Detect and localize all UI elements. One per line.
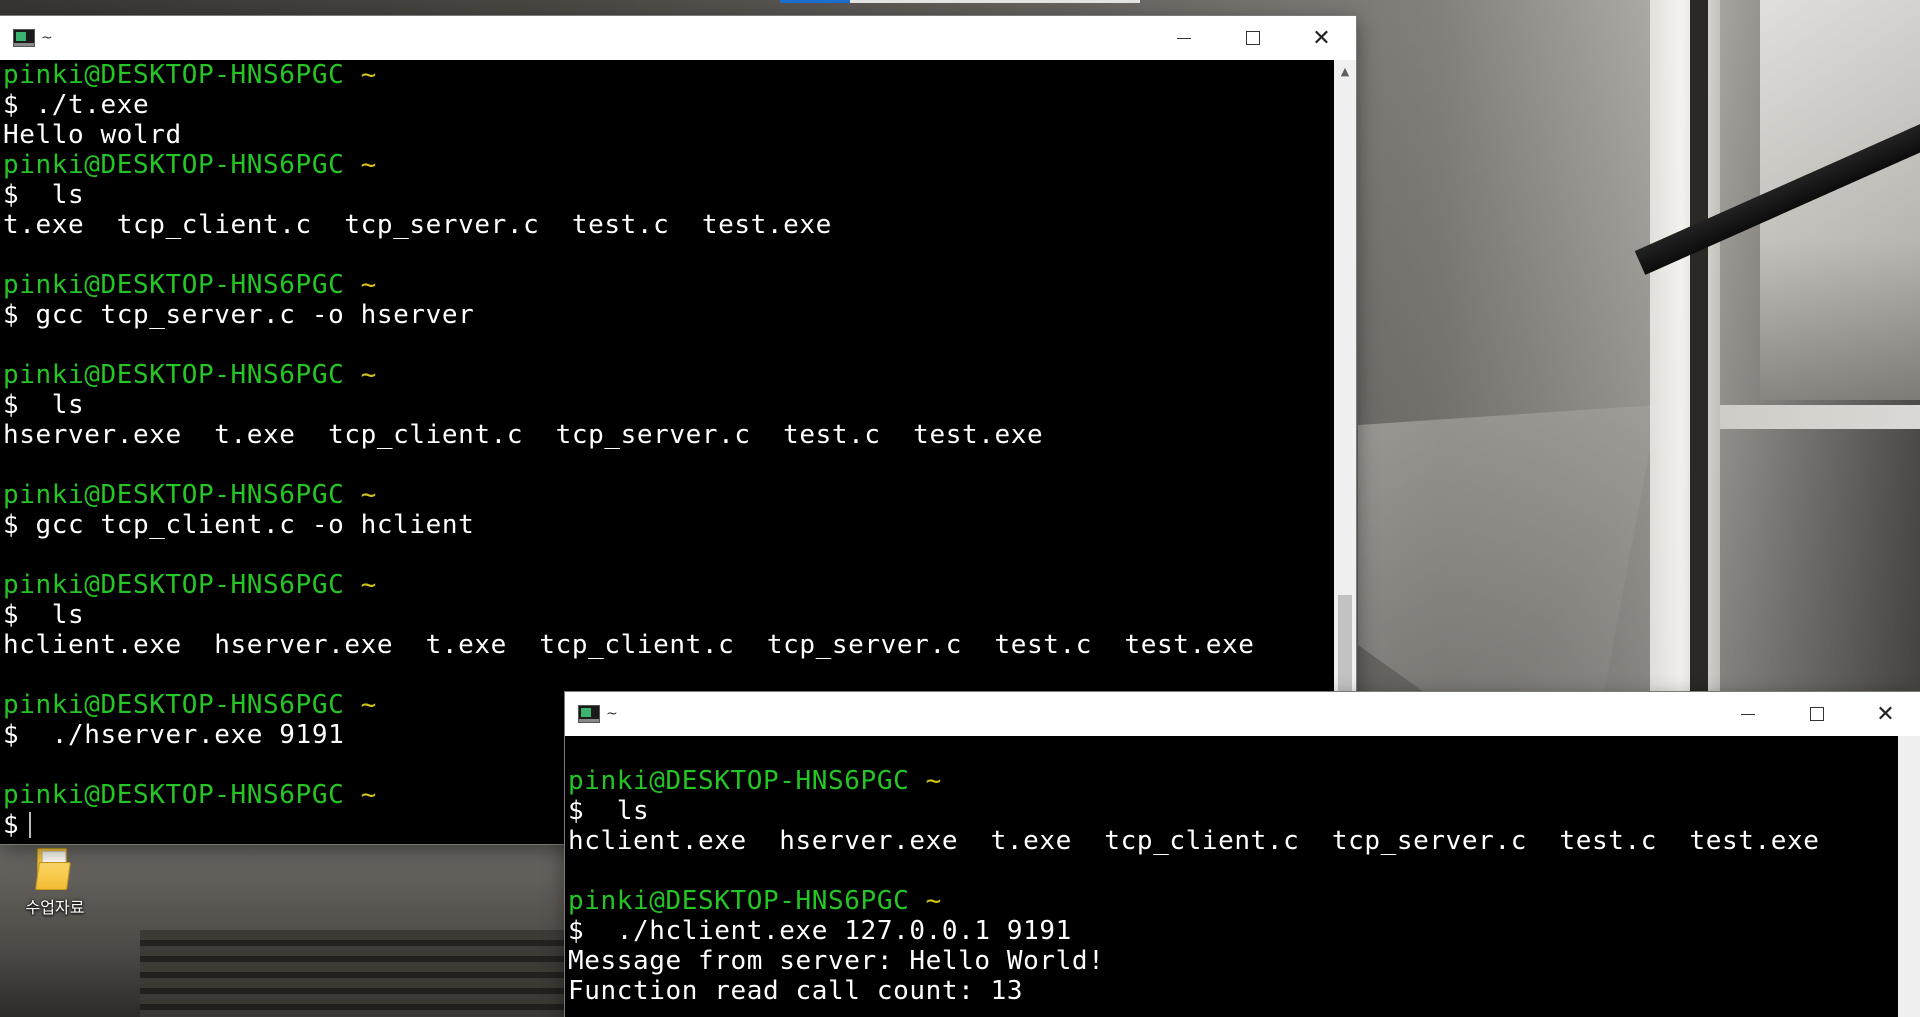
- prompt-line: pinki@DESKTOP-HNS6PGC ~: [3, 270, 1334, 300]
- output-text: hserver.exe t.exe tcp_client.c tcp_serve…: [3, 420, 1044, 450]
- maximize-icon: [1245, 31, 1260, 45]
- minimize-button[interactable]: [1149, 16, 1218, 60]
- prompt-path: ~: [360, 150, 377, 180]
- wallpaper-stairs: [140, 930, 565, 1017]
- folder-icon: [33, 848, 77, 890]
- prompt-line: pinki@DESKTOP-HNS6PGC ~: [568, 886, 1898, 916]
- text-cursor[interactable]: [29, 812, 32, 838]
- maximize-icon: [1809, 707, 1824, 721]
- command-text: $ ./hserver.exe 9191: [3, 720, 345, 750]
- command-line: $ ./t.exe: [3, 90, 1334, 120]
- command-line: $ ls: [3, 180, 1334, 210]
- command-text: $ ls: [3, 600, 85, 630]
- prompt-user-host: pinki@DESKTOP-HNS6PGC: [3, 270, 345, 300]
- command-text: $ gcc tcp_client.c -o hclient: [3, 510, 475, 540]
- command-text: $ ls: [3, 390, 85, 420]
- taskbar-progress-accent: [780, 0, 850, 3]
- prompt-path: ~: [360, 690, 377, 720]
- desktop-icon-folder[interactable]: 수업자료: [12, 848, 98, 918]
- command-line: $ ls: [568, 796, 1898, 826]
- output-text: Message from server: Hello World!: [568, 946, 1105, 976]
- prompt-user-host: pinki@DESKTOP-HNS6PGC: [568, 886, 910, 916]
- output-line: t.exe tcp_client.c tcp_server.c test.c t…: [3, 210, 1334, 240]
- command-text: $ gcc tcp_server.c -o hserver: [3, 300, 475, 330]
- terminal-app-icon[interactable]: [578, 705, 600, 723]
- window-titlebar[interactable]: ~ ✕: [565, 692, 1920, 736]
- window-title: ~: [606, 706, 618, 722]
- output-line: Message from server: Hello World!: [568, 946, 1898, 976]
- command-text: $ ls: [3, 180, 85, 210]
- prompt-user-host: pinki@DESKTOP-HNS6PGC: [3, 690, 345, 720]
- prompt-line: pinki@DESKTOP-HNS6PGC ~: [3, 480, 1334, 510]
- scroll-up-arrow-icon[interactable]: ▲: [1334, 60, 1356, 82]
- output-line: Function read call count: 13: [568, 976, 1898, 1006]
- prompt-path: ~: [360, 480, 377, 510]
- prompt-path: ~: [360, 360, 377, 390]
- prompt-line: pinki@DESKTOP-HNS6PGC ~: [3, 60, 1334, 90]
- prompt-user-host: pinki@DESKTOP-HNS6PGC: [3, 60, 345, 90]
- wallpaper-light-band: [1720, 405, 1920, 429]
- terminal-window-client[interactable]: ~ ✕ pinki@DESKTOP-HNS6PGC ~ $ ls hclient.e…: [565, 692, 1920, 1017]
- output-text: Hello wolrd: [3, 120, 182, 150]
- output-line: hserver.exe t.exe tcp_client.c tcp_serve…: [3, 420, 1334, 450]
- minimize-icon: [1740, 713, 1755, 715]
- output-text: hclient.exe hserver.exe t.exe tcp_client…: [3, 630, 1255, 660]
- prompt-user-host: pinki@DESKTOP-HNS6PGC: [3, 780, 345, 810]
- prompt-line: pinki@DESKTOP-HNS6PGC ~: [3, 570, 1334, 600]
- command-text: $ ./t.exe: [3, 90, 150, 120]
- prompt-path: ~: [360, 270, 377, 300]
- prompt-user-host: pinki@DESKTOP-HNS6PGC: [3, 480, 345, 510]
- output-text: hclient.exe hserver.exe t.exe tcp_client…: [568, 826, 1820, 856]
- prompt-path: ~: [360, 780, 377, 810]
- window-titlebar[interactable]: ~ ✕: [0, 16, 1356, 60]
- taskbar-progress-strip: [780, 0, 1140, 3]
- close-icon: ✕: [1312, 25, 1331, 51]
- maximize-button[interactable]: [1218, 16, 1287, 60]
- output-line: hclient.exe hserver.exe t.exe tcp_client…: [568, 826, 1898, 856]
- window-title: ~: [41, 30, 53, 46]
- prompt-line: pinki@DESKTOP-HNS6PGC ~: [3, 150, 1334, 180]
- command-line: $ ls: [3, 600, 1334, 630]
- prompt-user-host: pinki@DESKTOP-HNS6PGC: [3, 570, 345, 600]
- command-line: $ ./hclient.exe 127.0.0.1 9191: [568, 916, 1898, 946]
- prompt-user-host: pinki@DESKTOP-HNS6PGC: [568, 766, 910, 796]
- prompt-line: pinki@DESKTOP-HNS6PGC ~: [3, 360, 1334, 390]
- prompt-path: ~: [925, 766, 942, 796]
- output-text: t.exe tcp_client.c tcp_server.c test.c t…: [3, 210, 832, 240]
- maximize-button[interactable]: [1782, 692, 1851, 736]
- vertical-scrollbar[interactable]: [1898, 736, 1920, 1017]
- command-line: $ gcc tcp_server.c -o hserver: [3, 300, 1334, 330]
- minimize-icon: [1176, 37, 1191, 39]
- command-text: $ ls: [568, 796, 650, 826]
- prompt-user-host: pinki@DESKTOP-HNS6PGC: [3, 360, 345, 390]
- desktop-icon-label: 수업자료: [25, 898, 85, 917]
- command-line: $ gcc tcp_client.c -o hclient: [3, 510, 1334, 540]
- output-text: Function read call count: 13: [568, 976, 1024, 1006]
- close-icon: ✕: [1876, 701, 1895, 727]
- command-line: $ ls: [3, 390, 1334, 420]
- close-button[interactable]: ✕: [1851, 692, 1920, 736]
- close-button[interactable]: ✕: [1287, 16, 1356, 60]
- prompt-line: pinki@DESKTOP-HNS6PGC ~: [568, 766, 1898, 796]
- prompt-path: ~: [925, 886, 942, 916]
- prompt-path: ~: [360, 60, 377, 90]
- terminal-output[interactable]: pinki@DESKTOP-HNS6PGC ~ $ ls hclient.exe h…: [565, 736, 1898, 1017]
- output-line: hclient.exe hserver.exe t.exe tcp_client…: [3, 630, 1334, 660]
- command-text: $ ./hclient.exe 127.0.0.1 9191: [568, 916, 1072, 946]
- terminal-app-icon[interactable]: [13, 29, 35, 47]
- prompt-symbol: $: [3, 810, 20, 840]
- output-line: Hello wolrd: [3, 120, 1334, 150]
- prompt-path: ~: [360, 570, 377, 600]
- minimize-button[interactable]: [1713, 692, 1782, 736]
- prompt-user-host: pinki@DESKTOP-HNS6PGC: [3, 150, 345, 180]
